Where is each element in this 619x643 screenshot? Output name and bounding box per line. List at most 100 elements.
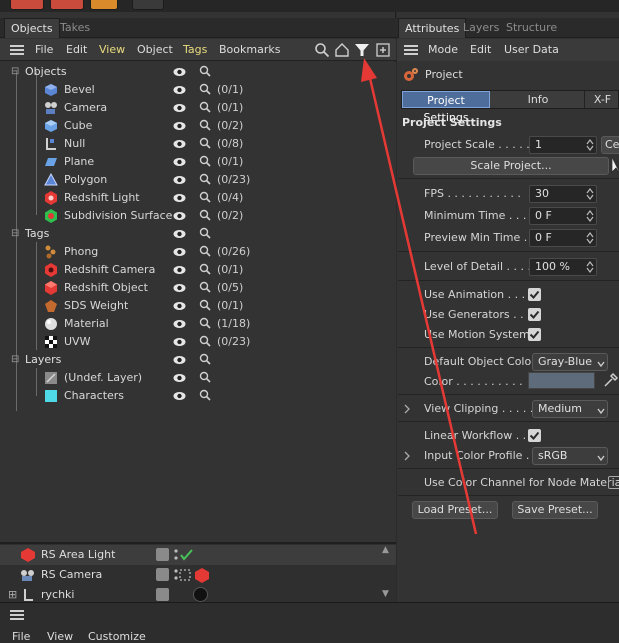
material-tag-icon[interactable]: [193, 587, 208, 602]
visibility-eye-icon[interactable]: [173, 355, 186, 365]
tree-item[interactable]: Cube (0/2): [0, 117, 396, 135]
toolbar-button-4[interactable]: [132, 0, 164, 10]
list-item[interactable]: ⊞ rychki: [0, 585, 396, 602]
scroll-down-icon[interactable]: ▼: [382, 589, 389, 599]
search-icon[interactable]: [199, 263, 211, 275]
visibility-eye-icon[interactable]: [173, 121, 186, 131]
visibility-eye-icon[interactable]: [173, 337, 186, 347]
load-preset-button[interactable]: Load Preset...: [412, 501, 498, 519]
tree-item[interactable]: Redshift Light (0/4): [0, 189, 396, 207]
tab-takes[interactable]: Takes: [54, 18, 96, 38]
menu-tags[interactable]: Tags: [183, 39, 207, 61]
menu-mode[interactable]: Mode: [428, 39, 458, 61]
tree-item[interactable]: Material (1/18): [0, 315, 396, 333]
use-animation-checkbox[interactable]: [528, 288, 541, 301]
view-clipping-dropdown[interactable]: Medium: [532, 400, 608, 418]
project-scale-input[interactable]: 1: [529, 136, 597, 154]
tree-group-tags[interactable]: ⊟ Tags: [0, 225, 396, 243]
toolbar-button-3[interactable]: [90, 0, 118, 10]
search-icon[interactable]: [199, 173, 211, 185]
use-motion-system-checkbox[interactable]: [528, 328, 541, 341]
layer-tag-icon[interactable]: [156, 588, 169, 601]
visibility-eye-icon[interactable]: [173, 211, 186, 221]
stepper-icon[interactable]: [586, 188, 594, 200]
menu-customize[interactable]: Customize: [88, 630, 146, 643]
stepper-icon[interactable]: [586, 261, 594, 273]
new-window-icon[interactable]: [375, 42, 391, 58]
layer-tag-icon[interactable]: [156, 548, 169, 561]
search-icon[interactable]: [199, 245, 211, 257]
tree-item[interactable]: Null (0/8): [0, 135, 396, 153]
list-item[interactable]: RS Area Light: [0, 545, 396, 565]
tree-item[interactable]: Polygon (0/23): [0, 171, 396, 189]
minimum-time-input[interactable]: 0 F: [529, 207, 597, 225]
menu-file[interactable]: File: [12, 630, 30, 643]
visibility-eye-icon[interactable]: [173, 391, 186, 401]
search-icon[interactable]: [199, 371, 211, 383]
visibility-eye-icon[interactable]: [173, 103, 186, 113]
scale-project-button[interactable]: Scale Project...: [413, 157, 609, 175]
tab-project-settings[interactable]: Project Settings: [402, 91, 490, 124]
search-icon[interactable]: [199, 101, 211, 113]
tree-group-layers[interactable]: ⊟ Layers: [0, 351, 396, 369]
search-icon[interactable]: [199, 299, 211, 311]
tab-structure[interactable]: Structure: [500, 18, 563, 38]
tree-item[interactable]: Characters: [0, 387, 396, 405]
preview-min-time-input[interactable]: 0 F: [529, 229, 597, 247]
visibility-eye-icon[interactable]: [173, 265, 186, 275]
tree-item[interactable]: Redshift Object (0/5): [0, 279, 396, 297]
search-icon[interactable]: [199, 191, 211, 203]
tree-item[interactable]: (Undef. Layer): [0, 369, 396, 387]
level-of-detail-input[interactable]: 100 %: [529, 258, 597, 276]
search-icon[interactable]: [199, 353, 211, 365]
eyedropper-icon[interactable]: [603, 372, 619, 388]
collapse-icon[interactable]: ⊟: [11, 63, 19, 81]
filter-icon[interactable]: [354, 42, 370, 58]
search-icon[interactable]: [199, 317, 211, 329]
use-generators-checkbox[interactable]: [528, 308, 541, 321]
toolbar-button-1[interactable]: [10, 0, 44, 10]
tree-item[interactable]: Plane (0/1): [0, 153, 396, 171]
menu-view[interactable]: View: [99, 39, 125, 61]
menu-file[interactable]: File: [35, 39, 53, 61]
list-scrollbar[interactable]: ▲ ▼: [380, 545, 392, 601]
stepper-icon[interactable]: [586, 210, 594, 222]
search-icon[interactable]: [314, 42, 330, 58]
visibility-eye-icon[interactable]: [173, 283, 186, 293]
tree-item[interactable]: Redshift Camera (0/1): [0, 261, 396, 279]
home-icon[interactable]: [334, 42, 350, 58]
tree-group-objects[interactable]: ⊟ Objects: [0, 63, 396, 81]
fps-input[interactable]: 30: [529, 185, 597, 203]
visibility-eye-icon[interactable]: [173, 139, 186, 149]
unit-dropdown[interactable]: Ce: [601, 136, 619, 154]
visibility-eye-icon[interactable]: [173, 229, 186, 239]
search-icon[interactable]: [199, 137, 211, 149]
tree-item[interactable]: Phong (0/26): [0, 243, 396, 261]
search-icon[interactable]: [199, 65, 211, 77]
use-color-channel-checkbox[interactable]: [608, 476, 619, 489]
toolbar-button-2[interactable]: [50, 0, 84, 10]
menu-object[interactable]: Object: [137, 39, 173, 61]
search-icon[interactable]: [199, 335, 211, 347]
menu-edit[interactable]: Edit: [66, 39, 87, 61]
search-icon[interactable]: [199, 389, 211, 401]
list-item[interactable]: RS Camera: [0, 565, 396, 585]
menu-bookmarks[interactable]: Bookmarks: [219, 39, 280, 61]
visibility-eye-icon[interactable]: [173, 67, 186, 77]
expand-arrow-icon[interactable]: [403, 451, 411, 461]
visibility-eye-icon[interactable]: [173, 301, 186, 311]
menu-edit[interactable]: Edit: [470, 39, 491, 61]
visibility-eye-icon[interactable]: [173, 247, 186, 257]
stepper-icon[interactable]: [586, 139, 594, 151]
menu-user-data[interactable]: User Data: [504, 39, 559, 61]
color-swatch[interactable]: [528, 372, 595, 389]
tree-item[interactable]: Bevel (0/1): [0, 81, 396, 99]
search-icon[interactable]: [199, 209, 211, 221]
input-color-profile-dropdown[interactable]: sRGB: [532, 447, 608, 465]
tab-objects[interactable]: Objects: [4, 18, 60, 38]
redshift-tag-icon[interactable]: [174, 568, 214, 584]
default-object-color-dropdown[interactable]: Gray-Blue: [532, 353, 608, 371]
tab-layers[interactable]: Layers: [457, 18, 505, 38]
visibility-eye-icon[interactable]: [173, 85, 186, 95]
expand-icon[interactable]: ⊞: [8, 585, 17, 602]
